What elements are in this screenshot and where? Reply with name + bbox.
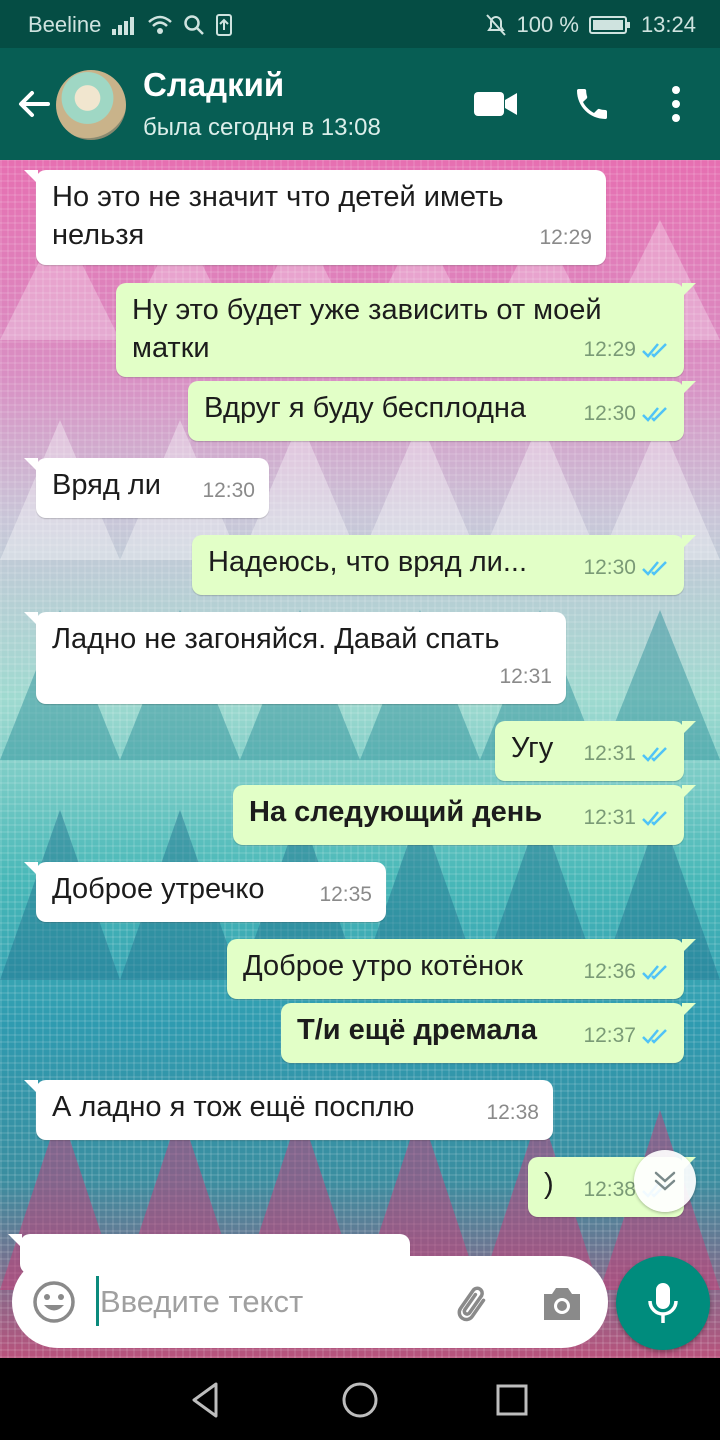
double-check-icon bbox=[642, 965, 667, 980]
double-check-icon bbox=[642, 811, 667, 826]
search-icon bbox=[184, 15, 205, 35]
double-check-icon bbox=[642, 747, 667, 762]
contact-name[interactable]: Сладкий bbox=[143, 66, 284, 104]
emoji-icon[interactable] bbox=[30, 1278, 78, 1326]
more-options-button[interactable] bbox=[652, 80, 700, 128]
message-incoming[interactable]: Доброе утречко 12:35 bbox=[24, 862, 386, 922]
battery-percent: 100 % bbox=[516, 12, 579, 37]
message-time: 12:38 bbox=[583, 1178, 636, 1201]
double-check-icon bbox=[642, 407, 667, 422]
chat-header: Сладкий была сегодня в 13:08 bbox=[0, 48, 720, 160]
voice-call-button[interactable] bbox=[568, 80, 616, 128]
system-navigation-bar bbox=[0, 1358, 720, 1440]
nav-back-icon[interactable] bbox=[184, 1378, 228, 1422]
message-outgoing[interactable]: На следующий день 12:31 bbox=[233, 785, 696, 845]
back-arrow-icon[interactable] bbox=[14, 84, 54, 124]
avatar[interactable] bbox=[56, 70, 126, 140]
battery-icon bbox=[588, 16, 630, 34]
message-time: 12:29 bbox=[583, 338, 636, 361]
message-outgoing[interactable]: Угу 12:31 bbox=[495, 721, 696, 781]
message-time: 12:29 bbox=[539, 226, 592, 249]
wifi-icon bbox=[148, 15, 173, 34]
more-vert-icon bbox=[672, 86, 680, 122]
message-time: 12:31 bbox=[583, 806, 636, 829]
message-time: 12:31 bbox=[499, 665, 552, 688]
message-incoming[interactable]: Но это не значит что детей иметь нельзя … bbox=[24, 170, 606, 265]
nav-home-icon[interactable] bbox=[338, 1378, 382, 1422]
last-seen-status[interactable]: была сегодня в 13:08 bbox=[143, 114, 381, 142]
message-time: 12:31 bbox=[583, 742, 636, 765]
message-outgoing[interactable]: Доброе утро котёнок 12:36 bbox=[227, 939, 696, 999]
signal-icon bbox=[112, 17, 135, 35]
paperclip-icon[interactable] bbox=[450, 1280, 498, 1328]
nav-recents-icon[interactable] bbox=[490, 1378, 534, 1422]
clock: 13:24 bbox=[640, 12, 696, 37]
message-outgoing[interactable]: Ну это будет уже зависить от моей матки … bbox=[116, 283, 696, 377]
message-time: 12:35 bbox=[319, 883, 372, 906]
message-composer bbox=[12, 1256, 608, 1348]
message-time: 12:36 bbox=[583, 960, 636, 983]
message-time: 12:38 bbox=[486, 1101, 539, 1124]
message-outgoing[interactable]: Т/и ещё дремала 12:37 bbox=[281, 1003, 696, 1063]
double-chevron-down-icon bbox=[654, 1171, 676, 1191]
message-time: 12:30 bbox=[202, 479, 255, 502]
message-text: Но это не значит что детей иметь нельзя bbox=[52, 181, 504, 251]
message-outgoing[interactable]: Надеюсь, что вряд ли... 12:30 bbox=[192, 535, 696, 595]
message-time: 12:30 bbox=[583, 556, 636, 579]
text-caret bbox=[96, 1276, 99, 1326]
camera-icon[interactable] bbox=[538, 1280, 586, 1328]
double-check-icon bbox=[642, 561, 667, 576]
voice-message-button[interactable] bbox=[616, 1256, 710, 1350]
message-list[interactable]: Но это не значит что детей иметь нельзя … bbox=[0, 160, 720, 1358]
message-incoming[interactable]: Ладно не загоняйся. Давай спать 12:31 bbox=[24, 612, 566, 704]
double-check-icon bbox=[642, 343, 667, 358]
double-check-icon bbox=[642, 1029, 667, 1044]
message-text: А ладно я тож ещё посплю bbox=[52, 1091, 415, 1123]
message-input[interactable] bbox=[100, 1280, 430, 1324]
video-call-icon bbox=[474, 92, 517, 116]
carrier-name: Beeline bbox=[28, 12, 102, 37]
status-bar: Beeline 100 % 13:24 bbox=[0, 0, 720, 48]
message-time: 12:30 bbox=[583, 402, 636, 425]
video-call-button[interactable] bbox=[472, 80, 520, 128]
phone-call-icon bbox=[577, 89, 607, 119]
upload-icon bbox=[216, 14, 233, 36]
scroll-to-bottom-button[interactable] bbox=[634, 1150, 696, 1212]
message-outgoing[interactable]: Вдруг я буду бесплодна 12:30 bbox=[188, 381, 696, 441]
bell-off-icon bbox=[485, 14, 506, 36]
message-incoming[interactable]: Вряд ли 12:30 bbox=[24, 458, 269, 518]
message-text: Ладно не загоняйся. Давай спать bbox=[52, 623, 500, 655]
message-incoming[interactable]: А ладно я тож ещё посплю 12:38 bbox=[24, 1080, 553, 1140]
microphone-icon bbox=[648, 1283, 678, 1323]
message-time: 12:37 bbox=[583, 1024, 636, 1047]
